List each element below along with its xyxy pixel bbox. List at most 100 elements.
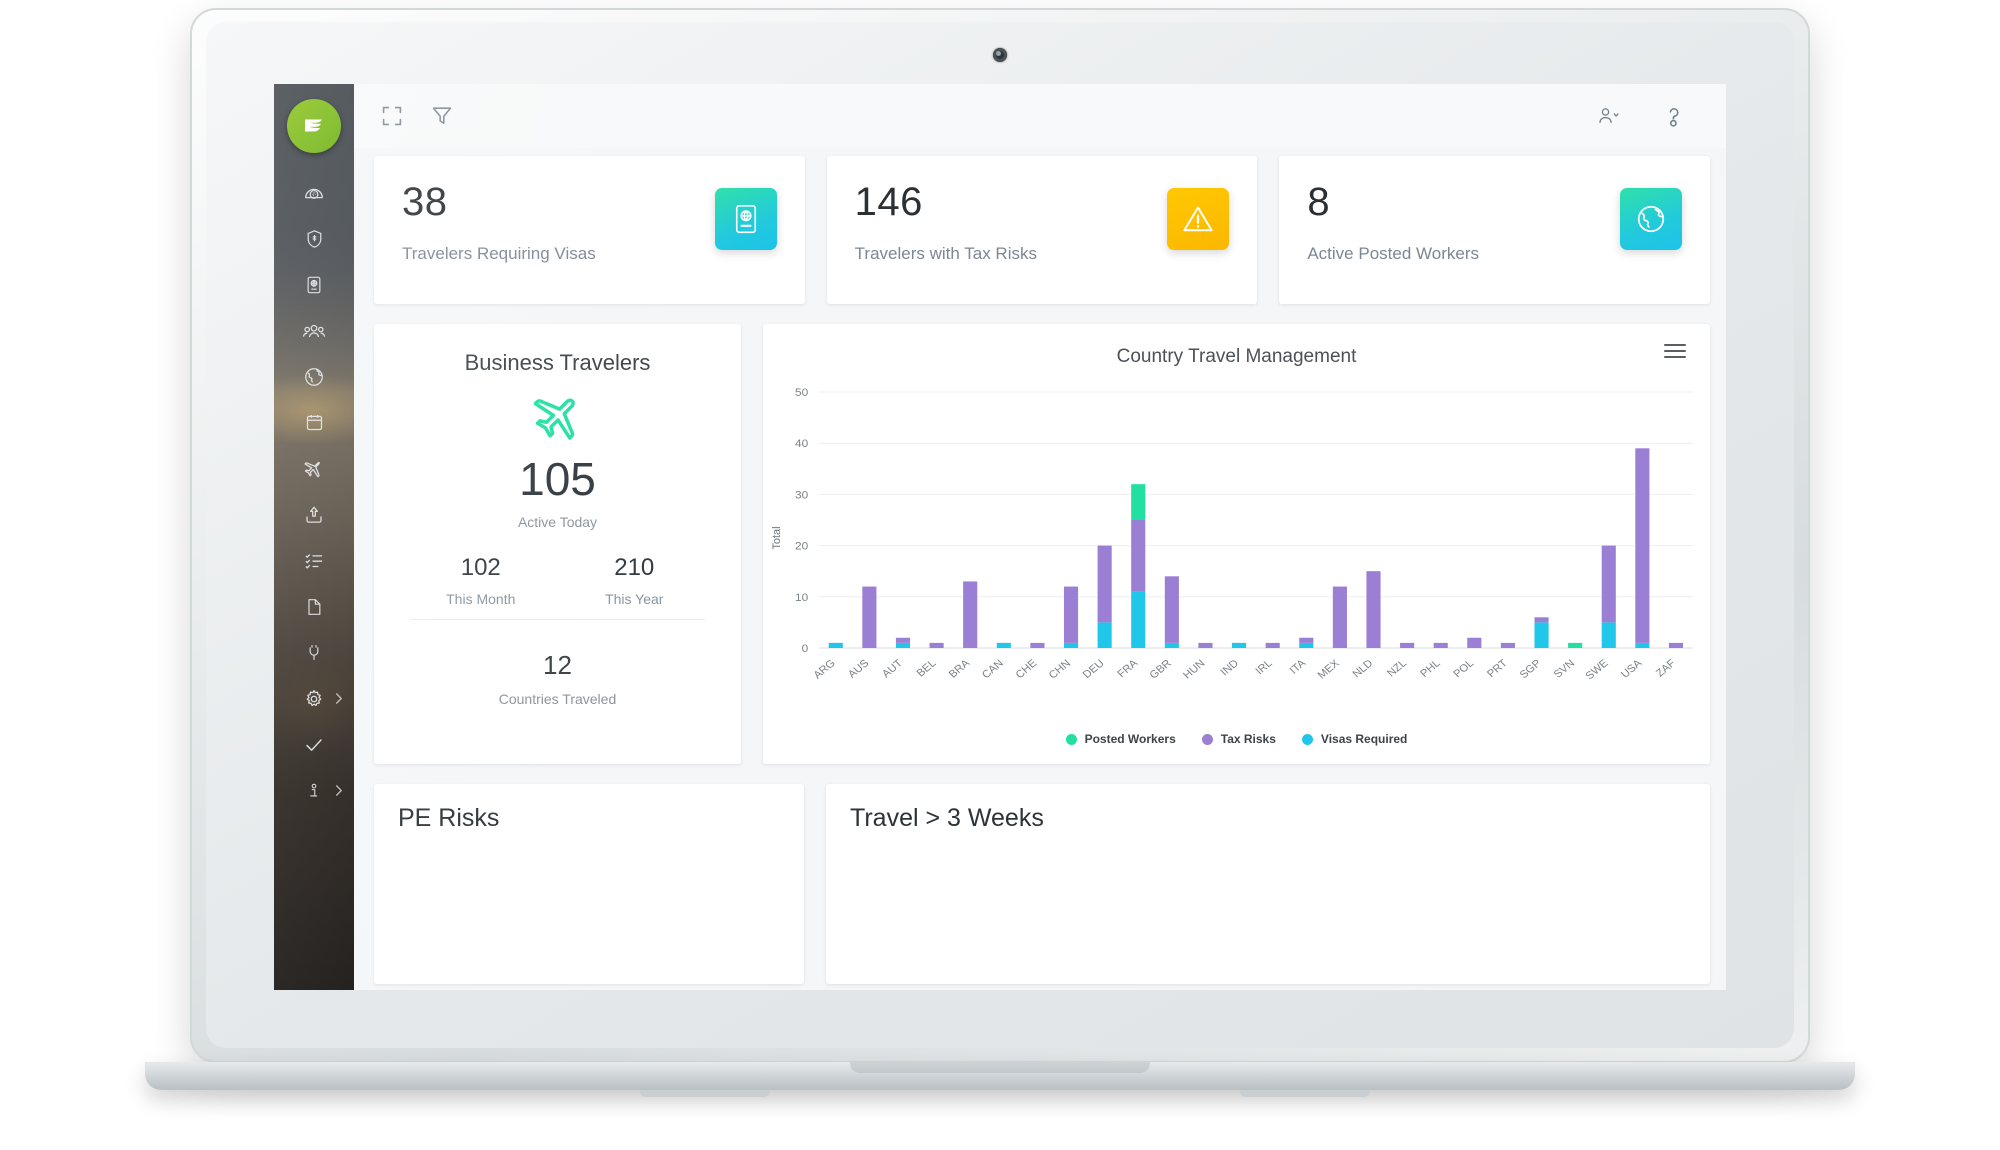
sidebar-item-settings[interactable] (274, 678, 354, 724)
passport-globe-icon (714, 188, 777, 250)
app-screen: 38 Travelers Requiring Visas 146 Travele… (274, 84, 1726, 990)
bar-segment[interactable] (895, 642, 911, 648)
webcam-icon (993, 48, 1007, 62)
sidebar-item-integrations[interactable] (274, 632, 354, 678)
month-year-split: 102 This Month 210 This Year (404, 554, 711, 607)
bar-segment[interactable] (996, 642, 1011, 648)
y-tick-label: 20 (795, 541, 808, 553)
bar-segment[interactable] (1097, 622, 1112, 648)
bar-segment[interactable] (895, 637, 911, 643)
sidebar-item-uploads[interactable] (274, 494, 354, 540)
passport-icon (304, 274, 324, 301)
x-tick-label: USA (1619, 657, 1645, 680)
sidebar-item-security[interactable] (274, 218, 354, 264)
bar-segment[interactable] (929, 642, 944, 648)
x-tick-label: POL (1451, 658, 1476, 681)
card-title: PE Risks (398, 804, 500, 832)
legend-label: Tax Risks (1220, 732, 1276, 746)
x-tick-label: SWE (1583, 658, 1610, 683)
bar-segment[interactable] (1601, 622, 1616, 648)
expand-fullscreen-icon[interactable] (380, 104, 404, 128)
sidebar-nav (274, 172, 354, 816)
sidebar-item-calendar[interactable] (274, 402, 354, 448)
bar-segment[interactable] (1030, 642, 1045, 648)
bar-chart: 0 10 20 30 40 50 ARG AUS AUT BEL BRA CAN CHE CHN DEU FR… (795, 387, 1693, 683)
x-tick-label: AUS (846, 658, 872, 681)
x-tick-label: ZAF (1654, 657, 1678, 679)
bar-segment[interactable] (1534, 622, 1549, 648)
chart-plot-area: Total 0 10 20 30 40 50 ARG AUS AUT BEL BRA CAN CHE CH… (763, 380, 1710, 710)
upload-icon (303, 504, 325, 531)
bar-segment[interactable] (1131, 591, 1146, 648)
bar-segment[interactable] (1635, 642, 1650, 648)
active-today-label: Active Today (517, 514, 598, 530)
stat-value: 12 (543, 650, 572, 680)
bar-segment[interactable] (1063, 586, 1079, 643)
bar-segment[interactable] (1097, 545, 1112, 623)
x-tick-label: BEL (914, 658, 938, 680)
laptop-base (145, 1062, 1855, 1090)
bar-segment[interactable] (1131, 484, 1146, 520)
x-tick-label: SGP (1518, 658, 1544, 681)
brand-logo-icon[interactable] (287, 99, 341, 153)
stat-label: This Year (605, 591, 664, 607)
bar-segment[interactable] (1668, 642, 1684, 648)
stat-this-year: 210 This Year (558, 554, 712, 607)
chevron-down-icon (1613, 113, 1619, 117)
x-tick-label: PHL (1418, 658, 1443, 680)
globe-earth-icon (1620, 188, 1683, 250)
document-icon (304, 596, 324, 623)
sidebar-item-approvals[interactable] (274, 724, 354, 770)
sidebar-item-trips[interactable] (274, 448, 354, 494)
bar-segment[interactable] (1534, 617, 1549, 623)
bar-segment[interactable] (1332, 586, 1347, 648)
bar-segment[interactable] (862, 586, 877, 648)
help-question-icon[interactable] (1662, 104, 1686, 128)
bar-segment[interactable] (1299, 642, 1314, 648)
sidebar-item-tasks[interactable] (274, 540, 354, 586)
divider (410, 619, 705, 620)
bar-segment[interactable] (1164, 576, 1179, 643)
x-tick-label: DEU (1081, 657, 1107, 680)
y-tick-label: 10 (795, 592, 808, 604)
bar-segment[interactable] (1299, 637, 1314, 643)
bar-segment[interactable] (1635, 448, 1650, 643)
bar-segment[interactable] (1164, 642, 1179, 648)
laptop-foot-left (640, 1090, 770, 1097)
chart-title: Country Travel Management (1116, 346, 1357, 367)
bar-segment[interactable] (1467, 637, 1482, 648)
bar-segment[interactable] (1500, 642, 1515, 648)
sidebar-item-info[interactable] (274, 770, 354, 816)
x-tick-label: NZL (1385, 658, 1409, 680)
bar-segment[interactable] (1232, 642, 1247, 648)
user-account-icon[interactable] (1596, 104, 1622, 128)
kpi-card-visas[interactable]: 38 Travelers Requiring Visas (374, 156, 805, 304)
bar-segment[interactable] (1063, 642, 1079, 648)
bar-segment[interactable] (1265, 642, 1280, 648)
hamburger-menu-icon[interactable] (1664, 344, 1686, 358)
kpi-card-tax-risks[interactable]: 146 Travelers with Tax Risks (826, 156, 1258, 304)
filter-funnel-icon[interactable] (430, 104, 454, 128)
legend-item-visas-required[interactable]: Visas Required (1301, 732, 1407, 746)
bar-segment[interactable] (1366, 571, 1381, 648)
laptop-notch (850, 1062, 1150, 1073)
bar-segment[interactable] (1601, 545, 1616, 623)
legend-item-posted-workers[interactable]: Posted Workers (1065, 732, 1176, 746)
sidebar-item-global[interactable] (274, 356, 354, 402)
bar-segment[interactable] (963, 581, 978, 648)
sidebar-item-documents[interactable] (274, 586, 354, 632)
legend-item-tax-risks[interactable]: Tax Risks (1201, 732, 1276, 746)
bar-segment[interactable] (1433, 642, 1448, 648)
bar-segment[interactable] (1568, 642, 1583, 648)
kpi-card-posted-workers[interactable]: 8 Active Posted Workers (1279, 156, 1711, 304)
x-tick-label: IRL (1253, 658, 1274, 678)
sidebar-item-immigration[interactable] (274, 264, 354, 310)
travel-3-weeks-card: Travel > 3 Weeks (826, 784, 1710, 984)
bar-segment[interactable] (1400, 642, 1415, 648)
bar-segment[interactable] (828, 642, 843, 648)
sidebar-item-travelers[interactable] (274, 310, 354, 356)
bar-segment[interactable] (1198, 642, 1213, 648)
x-tick-label: PRT (1485, 657, 1510, 680)
sidebar-item-dashboard[interactable] (274, 172, 354, 218)
bar-segment[interactable] (1131, 520, 1146, 592)
